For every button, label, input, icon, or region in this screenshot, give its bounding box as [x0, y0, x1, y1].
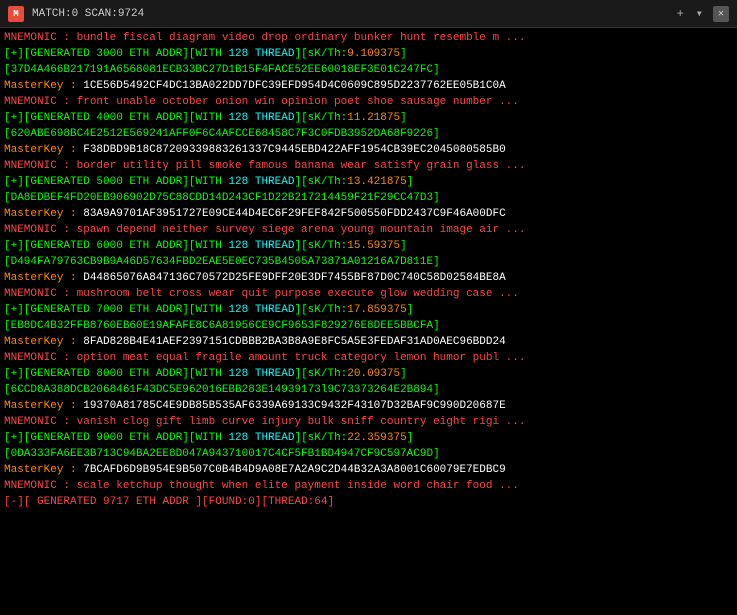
mnemonic-line-3: MNEMONIC : border utility pill smoke fam… — [4, 158, 733, 174]
hash-line-3: [DA8EDBEF4FD20EB906902D75C88CDD14D243CF1… — [4, 190, 733, 206]
app-icon: M — [8, 6, 24, 22]
mnemonic-line-8: MNEMONIC : scale ketchup thought when el… — [4, 478, 733, 494]
masterkey-line-5: MasterKey : 8FAD828B4E41AEF2397151CDBBB2… — [4, 334, 733, 350]
terminal: MNEMONIC : bundle fiscal diagram video d… — [0, 28, 737, 615]
generated-line-7: [+][GENERATED 9000 ETH ADDR][WITH 128 TH… — [4, 430, 733, 446]
title-text: MATCH:0 SCAN:9724 — [32, 8, 667, 20]
generated-line-5: [+][GENERATED 7000 ETH ADDR][WITH 128 TH… — [4, 302, 733, 318]
hash-line-6: [6CCD8A388DCB2068461F43DC5E962016EBB283E… — [4, 382, 733, 398]
masterkey-line-1: MasterKey : 1CE56D5492CF4DC13BA022DD7DFC… — [4, 78, 733, 94]
mnemonic-line-1: MNEMONIC : bundle fiscal diagram video d… — [4, 30, 733, 46]
mnemonic-line-5: MNEMONIC : mushroom belt cross wear quit… — [4, 286, 733, 302]
masterkey-line-4: MasterKey : D44865076A847136C70572D25FE9… — [4, 270, 733, 286]
close-button[interactable]: ✕ — [713, 6, 729, 22]
arrow-button[interactable]: ▾ — [694, 6, 705, 21]
status-bar: [-][ GENERATED 9717 ETH ADDR ][FOUND:0][… — [4, 494, 733, 510]
hash-line-2: [620ABE698BC4E2512E569241AFF0F6C4AFCCE68… — [4, 126, 733, 142]
plus-button[interactable]: + — [675, 7, 686, 21]
masterkey-line-7: MasterKey : 7BCAFD6D9B954E9B507C0B4B4D9A… — [4, 462, 733, 478]
generated-line-3: [+][GENERATED 5000 ETH ADDR][WITH 128 TH… — [4, 174, 733, 190]
masterkey-line-2: MasterKey : F38DBD9B18C87209339883261337… — [4, 142, 733, 158]
hash-line-7: [0DA333FA6EE3B713C94BA2EE8D047A943710017… — [4, 446, 733, 462]
mnemonic-line-4: MNEMONIC : spawn depend neither survey s… — [4, 222, 733, 238]
hash-line-5: [EB8DC4B32FFB8760EB60E19AFAFE8C6A81956CE… — [4, 318, 733, 334]
generated-line-4: [+][GENERATED 6000 ETH ADDR][WITH 128 TH… — [4, 238, 733, 254]
hash-line-1: [37D4A466B217191A6568081ECB33BC27D1B15F4… — [4, 62, 733, 78]
mnemonic-line-7: MNEMONIC : vanish clog gift limb curve i… — [4, 414, 733, 430]
mnemonic-line-6: MNEMONIC : option meat equal fragile amo… — [4, 350, 733, 366]
masterkey-line-3: MasterKey : 83A9A9701AF3951727E09CE44D4E… — [4, 206, 733, 222]
mnemonic-line-2: MNEMONIC : front unable october onion wi… — [4, 94, 733, 110]
generated-line-6: [+][GENERATED 8000 ETH ADDR][WITH 128 TH… — [4, 366, 733, 382]
title-bar: M MATCH:0 SCAN:9724 + ▾ ✕ — [0, 0, 737, 28]
generated-line-2: [+][GENERATED 4000 ETH ADDR][WITH 128 TH… — [4, 110, 733, 126]
hash-line-4: [D494FA79763CB9B9A46D57634FBD2EAE5E0EC73… — [4, 254, 733, 270]
generated-line-1: [+][GENERATED 3000 ETH ADDR][WITH 128 TH… — [4, 46, 733, 62]
masterkey-line-6: MasterKey : 19370A81785C4E9DB85B535AF633… — [4, 398, 733, 414]
